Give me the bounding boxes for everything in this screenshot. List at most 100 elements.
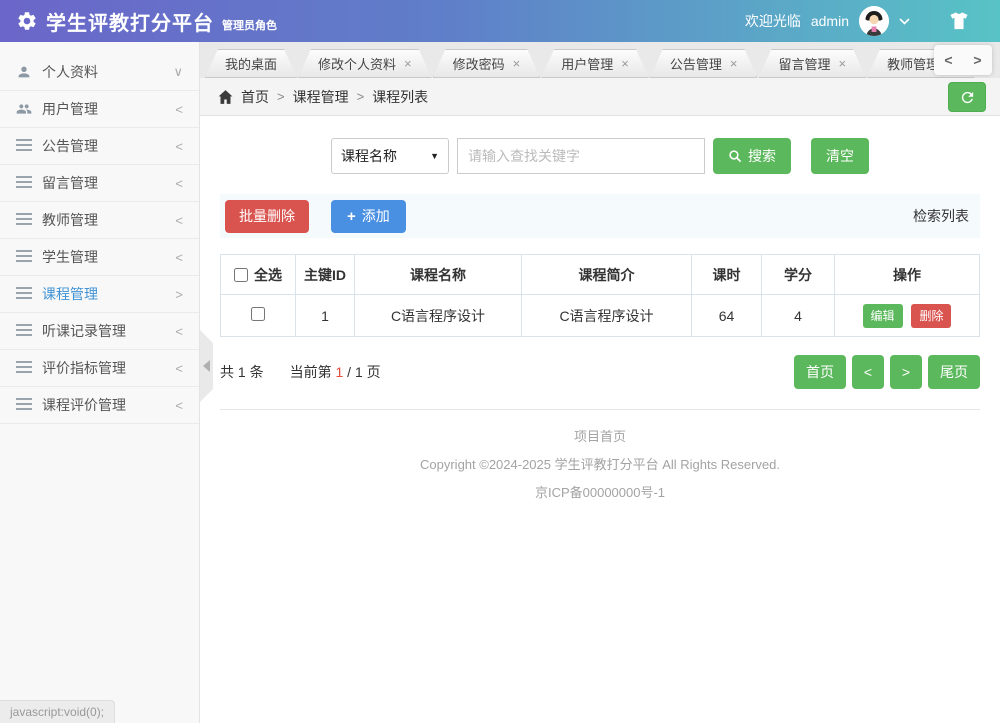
search-category-select[interactable]: 课程名称 ▼: [331, 138, 449, 174]
breadcrumb-level2: 课程列表: [372, 88, 429, 105]
brand: 学生评教打分平台 管理员角色: [16, 7, 277, 36]
batch-delete-label: 批量删除: [239, 208, 295, 224]
user-area: 欢迎光临 admin: [745, 6, 984, 36]
row-course-intro: C语言程序设计: [521, 294, 692, 337]
page-footer: 项目首页 Copyright ©2024-2025 学生评教打分平台 All R…: [220, 426, 980, 501]
content-panel: 课程名称 ▼ 搜索 清空 批量删除 +: [200, 116, 1000, 501]
sidebar-item-label: 用户管理: [42, 101, 98, 117]
add-button[interactable]: + 添加: [331, 199, 406, 233]
footer-copyright: Copyright ©2024-2025 学生评教打分平台 All Rights…: [420, 457, 780, 472]
list-icon: [16, 138, 32, 154]
chevron-left-icon: <: [175, 397, 183, 413]
sidebar-item-course-eval-mgmt[interactable]: 课程评价管理 <: [0, 387, 199, 424]
list-title: 检索列表: [913, 208, 969, 224]
row-id: 1: [295, 294, 355, 337]
page-suffix: 页: [366, 364, 381, 380]
tab-close-icon[interactable]: ×: [730, 57, 738, 70]
footer-divider: [220, 409, 980, 410]
edit-button[interactable]: 编辑: [862, 303, 903, 328]
tab-change-password[interactable]: 修改密码 ×: [433, 49, 541, 78]
chevron-left-icon: <: [175, 360, 183, 376]
tab-label: 公告管理: [669, 57, 722, 72]
tab-label: 修改密码: [452, 57, 505, 72]
header-course-intro: 课程简介: [521, 254, 692, 295]
app-title: 学生评教打分平台: [46, 12, 214, 35]
username[interactable]: admin: [811, 13, 849, 29]
theme-tshirt-icon[interactable]: [948, 11, 970, 31]
sidebar-item-message-mgmt[interactable]: 留言管理 <: [0, 165, 199, 202]
sidebar-item-lecture-record-mgmt[interactable]: 听课记录管理 <: [0, 313, 199, 350]
list-icon: [16, 360, 32, 376]
current-page-number: 1: [335, 364, 344, 380]
delete-button[interactable]: 删除: [911, 303, 952, 328]
row-actions: 编辑 删除: [834, 294, 980, 337]
sidebar-item-label: 学生管理: [42, 249, 98, 265]
tab-notice-mgmt[interactable]: 公告管理 ×: [650, 49, 758, 78]
next-page-button[interactable]: >: [890, 355, 922, 389]
sidebar-item-course-mgmt[interactable]: 课程管理 >: [0, 276, 199, 313]
sidebar-item-label: 课程管理: [42, 286, 98, 302]
tab-scroll-right-icon[interactable]: >: [969, 52, 985, 68]
tab-edit-profile[interactable]: 修改个人资料 ×: [298, 49, 432, 78]
course-table: 全选 主键ID 课程名称 课程简介 课时 学分 操作 1 C语言程序设计 C语言…: [220, 254, 980, 337]
list-icon: [16, 212, 32, 228]
batch-delete-button[interactable]: 批量删除: [225, 199, 309, 233]
breadcrumb-sep-icon: >: [277, 89, 285, 104]
header-actions: 操作: [834, 254, 980, 295]
tab-my-desktop[interactable]: 我的桌面: [205, 49, 297, 78]
sidebar-item-notice-mgmt[interactable]: 公告管理 <: [0, 128, 199, 165]
tab-strip: 我的桌面 修改个人资料 × 修改密码 × 用户管理 × 公告管理 × 留言管理 …: [200, 42, 1000, 78]
tab-close-icon[interactable]: ×: [513, 57, 521, 70]
select-caret-icon: ▼: [430, 151, 439, 161]
last-page-button[interactable]: 尾页: [928, 355, 980, 389]
search-button-label: 搜索: [748, 148, 776, 164]
sidebar-item-profile[interactable]: 个人资料 ∨: [0, 54, 199, 91]
breadcrumb-sep-icon: >: [356, 89, 365, 104]
tab-close-icon[interactable]: ×: [404, 57, 412, 70]
main-area: 我的桌面 修改个人资料 × 修改密码 × 用户管理 × 公告管理 × 留言管理 …: [200, 42, 1000, 723]
tab-close-icon[interactable]: ×: [621, 57, 629, 70]
users-icon: [16, 101, 32, 117]
sidebar-item-eval-indicator-mgmt[interactable]: 评价指标管理 <: [0, 350, 199, 387]
tab-label: 修改个人资料: [318, 57, 397, 72]
total-count-text: 共 1 条: [220, 364, 264, 380]
list-icon: [16, 286, 32, 302]
tab-label: 留言管理: [778, 57, 831, 72]
footer-home-link[interactable]: 项目首页: [220, 426, 980, 445]
avatar[interactable]: [859, 6, 889, 36]
role-badge: 管理员角色: [222, 20, 277, 32]
clear-button[interactable]: 清空: [811, 138, 869, 174]
tab-scroll-left-icon[interactable]: <: [940, 52, 956, 68]
list-icon: [16, 323, 32, 339]
pager-buttons: 首页 < > 尾页: [794, 355, 980, 389]
table-row: 1 C语言程序设计 C语言程序设计 64 4 编辑 删除: [220, 294, 980, 337]
sidebar-item-teacher-mgmt[interactable]: 教师管理 <: [0, 202, 199, 239]
header-select-all: 全选: [220, 254, 296, 295]
user-icon: [16, 64, 32, 80]
tab-user-mgmt[interactable]: 用户管理 ×: [541, 49, 649, 78]
tab-scroll-controls: < >: [934, 45, 992, 75]
select-all-checkbox[interactable]: [234, 267, 248, 282]
search-button[interactable]: 搜索: [713, 138, 791, 174]
chevron-down-icon[interactable]: [899, 17, 910, 25]
row-checkbox[interactable]: [251, 307, 265, 321]
add-button-label: 添加: [361, 208, 390, 224]
breadcrumb-home[interactable]: 首页: [241, 87, 269, 107]
first-page-button[interactable]: 首页: [794, 355, 846, 389]
sidebar-item-user-mgmt[interactable]: 用户管理 <: [0, 91, 199, 128]
list-icon: [16, 249, 32, 265]
tab-message-mgmt[interactable]: 留言管理 ×: [758, 49, 866, 78]
breadcrumb-level1[interactable]: 课程管理: [293, 87, 349, 107]
chevron-left-icon: <: [175, 138, 183, 154]
prev-page-button[interactable]: <: [852, 355, 884, 389]
header-hours: 课时: [691, 254, 762, 295]
top-header: 学生评教打分平台 管理员角色 欢迎光临 admin: [0, 0, 1000, 42]
sidebar-item-student-mgmt[interactable]: 学生管理 <: [0, 239, 199, 276]
tab-close-icon[interactable]: ×: [838, 57, 846, 70]
chevron-left-icon: <: [175, 175, 183, 191]
clear-button-label: 清空: [826, 148, 854, 164]
keyword-input[interactable]: [457, 138, 705, 174]
refresh-button[interactable]: [948, 82, 986, 112]
current-page-prefix: 当前第: [289, 364, 332, 380]
search-icon: [728, 149, 742, 163]
